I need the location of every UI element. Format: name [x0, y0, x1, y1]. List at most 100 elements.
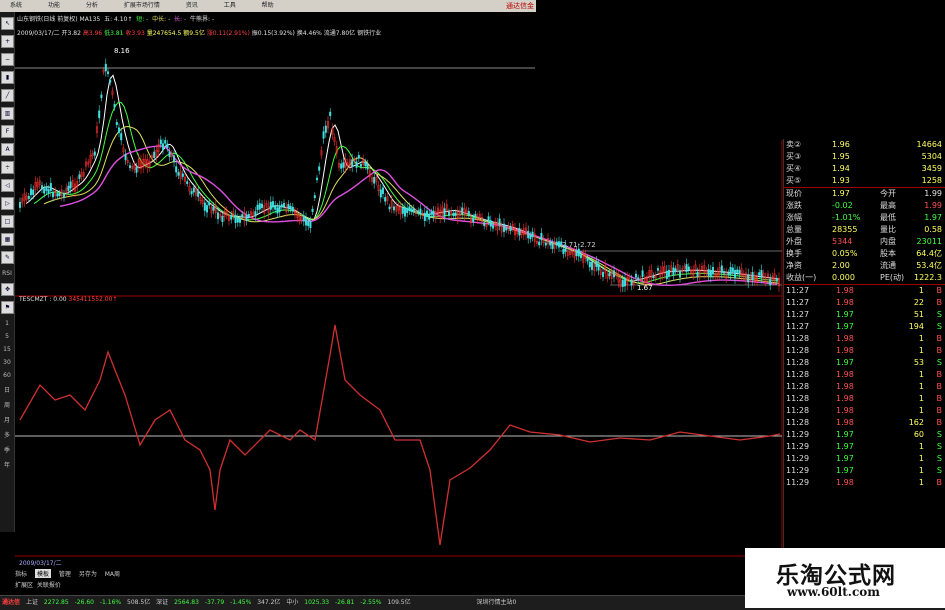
tick-price: 1.97 [836, 466, 854, 475]
candle-body [483, 222, 486, 226]
candle-body [43, 188, 46, 194]
candle-body [657, 268, 660, 271]
candle-body [412, 208, 415, 213]
tick-flag: B [936, 334, 943, 343]
tick-row: 11:27 1.98 1 B [784, 285, 945, 297]
candle-body [723, 271, 726, 274]
sz-index-pct: -1.45% [230, 599, 252, 606]
candle-body [709, 270, 712, 278]
candle-body [212, 206, 215, 211]
candle-body [641, 270, 644, 277]
candle-body [166, 143, 169, 148]
order-book-row[interactable]: 买③ 1.95 5304 [784, 151, 945, 163]
candle-body [56, 193, 59, 197]
candle-body [588, 261, 591, 268]
candle-body [49, 183, 52, 192]
candle-body [280, 204, 283, 208]
tab-save-as[interactable]: 另存为 [79, 569, 97, 578]
candle-body [351, 159, 354, 167]
candle-body [305, 217, 308, 226]
order-label: 卖② [786, 140, 802, 149]
candle-body [342, 162, 345, 168]
quote-panel: 卖② 1.96 14664 买③ 1.95 5304 买④ 1.94 3459 买⑤ 1.93 125… [783, 139, 945, 559]
zx-index-name[interactable]: 中小 [286, 599, 298, 606]
candle-body [256, 204, 259, 211]
tick-price: 1.98 [836, 382, 854, 391]
candle-body [555, 241, 558, 246]
candle-body [276, 207, 279, 214]
candle-body [135, 167, 138, 173]
candle-body [474, 213, 477, 218]
order-price: 1.94 [832, 164, 850, 173]
candle-body [269, 201, 272, 210]
zx-index-change: -26.81 [335, 599, 355, 606]
tick-flag: B [936, 418, 943, 427]
tick-volume: 51 [913, 310, 924, 319]
candle-body [696, 271, 699, 277]
order-price: 1.93 [832, 176, 850, 185]
indicator-line [19, 324, 781, 546]
tick-price: 1.98 [836, 298, 854, 307]
tick-price: 1.98 [836, 334, 854, 343]
stat-value: 28355 [832, 225, 858, 234]
candle-body [538, 241, 541, 246]
tick-row: 11:28 1.98 1 B [784, 405, 945, 417]
candle-body [558, 241, 561, 248]
candle-body [117, 127, 120, 133]
candle-body [307, 221, 310, 227]
candle-body [758, 272, 761, 276]
candle-body [177, 172, 180, 176]
candle-body [727, 272, 730, 276]
stat-value: 1.99 [924, 201, 942, 210]
tab-linked-quote[interactable]: 关联报价 [37, 582, 61, 589]
candle-body [388, 206, 391, 210]
candle-body [575, 250, 578, 256]
tab-indicator[interactable]: 指标 [15, 569, 27, 578]
tab-manage[interactable]: 管理 [59, 569, 71, 578]
sh-index-name[interactable]: 上证 [26, 599, 38, 606]
candle-body [635, 273, 638, 278]
order-book-row[interactable]: 卖② 1.96 14664 [784, 139, 945, 151]
tab-ma-week[interactable]: MA周 [105, 569, 120, 578]
candle-body [417, 210, 420, 214]
order-book-row[interactable]: 买④ 1.94 3459 [784, 163, 945, 175]
candle-body [45, 186, 48, 191]
candle-body [238, 218, 241, 223]
quote-stat-row: 总量 28355 量比 0.58 [784, 224, 945, 236]
candle-body [69, 181, 72, 189]
tick-volume: 1 [918, 346, 924, 355]
tick-volume: 53 [913, 358, 924, 367]
tick-volume: 1 [918, 370, 924, 379]
candle-body [329, 111, 332, 117]
tick-flag: S [936, 322, 942, 331]
stat-value: 0.05% [832, 249, 858, 258]
candle-body [489, 220, 492, 227]
candle-body [637, 277, 640, 280]
candle-body [419, 208, 422, 215]
tick-flag: S [936, 430, 942, 439]
tick-flag: B [936, 382, 943, 391]
candle-body [272, 201, 275, 208]
candle-body [580, 254, 583, 258]
tick-flag: B [936, 346, 943, 355]
tick-time: 11:28 [786, 418, 810, 427]
candle-body [364, 162, 367, 167]
tab-extension[interactable]: 扩展区 [15, 582, 33, 589]
candle-body [652, 275, 655, 279]
candle-body [467, 211, 470, 216]
tick-row: 11:28 1.98 1 B [784, 393, 945, 405]
tab-template[interactable]: 模板 [34, 569, 51, 578]
ma-line-short [25, 74, 780, 282]
candle-body [531, 231, 534, 238]
extension-tabs: 扩展区 关联报价 [15, 580, 61, 589]
sh-index-value: 2272.85 [43, 599, 69, 606]
tick-price: 1.98 [836, 406, 854, 415]
candle-body [32, 189, 35, 195]
sz-index-name[interactable]: 深证 [156, 599, 168, 606]
candle-body [492, 225, 495, 229]
tick-time: 11:27 [786, 310, 810, 319]
candle-body [278, 205, 281, 213]
order-book-row[interactable]: 买⑤ 1.93 1258 [784, 175, 945, 187]
candle-body [373, 176, 376, 184]
candle-body [527, 230, 530, 239]
